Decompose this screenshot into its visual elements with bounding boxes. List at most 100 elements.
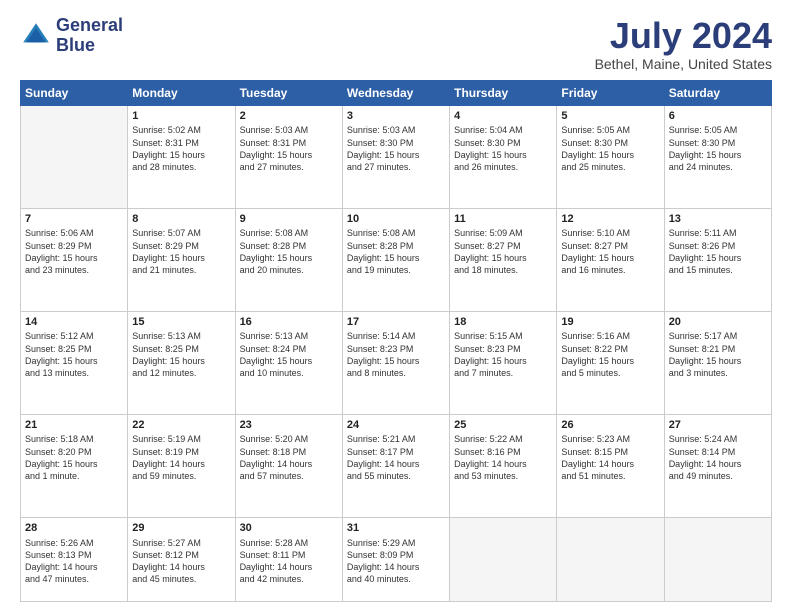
day-info: Sunrise: 5:02 AM Sunset: 8:31 PM Dayligh… <box>132 124 230 173</box>
day-number: 18 <box>454 315 552 330</box>
day-info: Sunrise: 5:28 AM Sunset: 8:11 PM Dayligh… <box>240 537 338 586</box>
day-number: 20 <box>669 315 767 330</box>
day-info: Sunrise: 5:20 AM Sunset: 8:18 PM Dayligh… <box>240 433 338 482</box>
logo-line2: Blue <box>56 36 123 56</box>
col-header-friday: Friday <box>557 80 664 105</box>
calendar-cell <box>450 517 557 601</box>
day-info: Sunrise: 5:11 AM Sunset: 8:26 PM Dayligh… <box>669 227 767 276</box>
calendar-table: SundayMondayTuesdayWednesdayThursdayFrid… <box>20 80 772 602</box>
day-number: 15 <box>132 315 230 330</box>
day-number: 1 <box>132 109 230 124</box>
day-number: 6 <box>669 109 767 124</box>
calendar-cell: 12Sunrise: 5:10 AM Sunset: 8:27 PM Dayli… <box>557 208 664 311</box>
calendar-cell: 19Sunrise: 5:16 AM Sunset: 8:22 PM Dayli… <box>557 311 664 414</box>
calendar-cell: 5Sunrise: 5:05 AM Sunset: 8:30 PM Daylig… <box>557 105 664 208</box>
day-info: Sunrise: 5:14 AM Sunset: 8:23 PM Dayligh… <box>347 330 445 379</box>
col-header-saturday: Saturday <box>664 80 771 105</box>
calendar-cell: 21Sunrise: 5:18 AM Sunset: 8:20 PM Dayli… <box>21 414 128 517</box>
week-row-5: 28Sunrise: 5:26 AM Sunset: 8:13 PM Dayli… <box>21 517 772 601</box>
logo-icon <box>20 20 52 52</box>
logo: General Blue <box>20 16 123 56</box>
day-number: 30 <box>240 521 338 536</box>
day-info: Sunrise: 5:04 AM Sunset: 8:30 PM Dayligh… <box>454 124 552 173</box>
day-number: 16 <box>240 315 338 330</box>
day-info: Sunrise: 5:22 AM Sunset: 8:16 PM Dayligh… <box>454 433 552 482</box>
day-info: Sunrise: 5:13 AM Sunset: 8:25 PM Dayligh… <box>132 330 230 379</box>
day-info: Sunrise: 5:09 AM Sunset: 8:27 PM Dayligh… <box>454 227 552 276</box>
day-number: 12 <box>561 212 659 227</box>
calendar-cell: 29Sunrise: 5:27 AM Sunset: 8:12 PM Dayli… <box>128 517 235 601</box>
day-info: Sunrise: 5:05 AM Sunset: 8:30 PM Dayligh… <box>561 124 659 173</box>
col-header-sunday: Sunday <box>21 80 128 105</box>
day-info: Sunrise: 5:07 AM Sunset: 8:29 PM Dayligh… <box>132 227 230 276</box>
calendar-cell: 15Sunrise: 5:13 AM Sunset: 8:25 PM Dayli… <box>128 311 235 414</box>
calendar-cell: 20Sunrise: 5:17 AM Sunset: 8:21 PM Dayli… <box>664 311 771 414</box>
day-number: 31 <box>347 521 445 536</box>
calendar-cell: 7Sunrise: 5:06 AM Sunset: 8:29 PM Daylig… <box>21 208 128 311</box>
col-header-monday: Monday <box>128 80 235 105</box>
calendar-cell <box>21 105 128 208</box>
day-info: Sunrise: 5:27 AM Sunset: 8:12 PM Dayligh… <box>132 537 230 586</box>
day-number: 4 <box>454 109 552 124</box>
calendar-cell: 8Sunrise: 5:07 AM Sunset: 8:29 PM Daylig… <box>128 208 235 311</box>
day-number: 22 <box>132 418 230 433</box>
calendar-cell: 4Sunrise: 5:04 AM Sunset: 8:30 PM Daylig… <box>450 105 557 208</box>
week-row-2: 7Sunrise: 5:06 AM Sunset: 8:29 PM Daylig… <box>21 208 772 311</box>
page: General Blue July 2024 Bethel, Maine, Un… <box>0 0 792 612</box>
day-number: 24 <box>347 418 445 433</box>
week-row-3: 14Sunrise: 5:12 AM Sunset: 8:25 PM Dayli… <box>21 311 772 414</box>
calendar-cell: 10Sunrise: 5:08 AM Sunset: 8:28 PM Dayli… <box>342 208 449 311</box>
day-number: 17 <box>347 315 445 330</box>
day-number: 25 <box>454 418 552 433</box>
day-number: 26 <box>561 418 659 433</box>
title-block: July 2024 Bethel, Maine, United States <box>595 16 772 72</box>
calendar-cell: 13Sunrise: 5:11 AM Sunset: 8:26 PM Dayli… <box>664 208 771 311</box>
day-info: Sunrise: 5:16 AM Sunset: 8:22 PM Dayligh… <box>561 330 659 379</box>
calendar-cell: 16Sunrise: 5:13 AM Sunset: 8:24 PM Dayli… <box>235 311 342 414</box>
day-number: 5 <box>561 109 659 124</box>
calendar-cell: 27Sunrise: 5:24 AM Sunset: 8:14 PM Dayli… <box>664 414 771 517</box>
header: General Blue July 2024 Bethel, Maine, Un… <box>20 16 772 72</box>
month-title: July 2024 <box>595 16 772 56</box>
day-info: Sunrise: 5:12 AM Sunset: 8:25 PM Dayligh… <box>25 330 123 379</box>
day-info: Sunrise: 5:18 AM Sunset: 8:20 PM Dayligh… <box>25 433 123 482</box>
calendar-cell <box>557 517 664 601</box>
calendar-cell: 25Sunrise: 5:22 AM Sunset: 8:16 PM Dayli… <box>450 414 557 517</box>
day-number: 28 <box>25 521 123 536</box>
logo-line1: General <box>56 16 123 36</box>
day-info: Sunrise: 5:23 AM Sunset: 8:15 PM Dayligh… <box>561 433 659 482</box>
day-number: 29 <box>132 521 230 536</box>
week-row-1: 1Sunrise: 5:02 AM Sunset: 8:31 PM Daylig… <box>21 105 772 208</box>
col-header-wednesday: Wednesday <box>342 80 449 105</box>
col-header-thursday: Thursday <box>450 80 557 105</box>
logo-text: General Blue <box>56 16 123 56</box>
calendar-cell: 17Sunrise: 5:14 AM Sunset: 8:23 PM Dayli… <box>342 311 449 414</box>
calendar-cell: 24Sunrise: 5:21 AM Sunset: 8:17 PM Dayli… <box>342 414 449 517</box>
calendar-cell: 11Sunrise: 5:09 AM Sunset: 8:27 PM Dayli… <box>450 208 557 311</box>
calendar-cell: 1Sunrise: 5:02 AM Sunset: 8:31 PM Daylig… <box>128 105 235 208</box>
day-info: Sunrise: 5:08 AM Sunset: 8:28 PM Dayligh… <box>347 227 445 276</box>
calendar-cell: 28Sunrise: 5:26 AM Sunset: 8:13 PM Dayli… <box>21 517 128 601</box>
calendar-cell: 22Sunrise: 5:19 AM Sunset: 8:19 PM Dayli… <box>128 414 235 517</box>
day-info: Sunrise: 5:24 AM Sunset: 8:14 PM Dayligh… <box>669 433 767 482</box>
day-info: Sunrise: 5:21 AM Sunset: 8:17 PM Dayligh… <box>347 433 445 482</box>
day-number: 13 <box>669 212 767 227</box>
day-number: 14 <box>25 315 123 330</box>
day-info: Sunrise: 5:15 AM Sunset: 8:23 PM Dayligh… <box>454 330 552 379</box>
calendar-cell: 30Sunrise: 5:28 AM Sunset: 8:11 PM Dayli… <box>235 517 342 601</box>
day-info: Sunrise: 5:05 AM Sunset: 8:30 PM Dayligh… <box>669 124 767 173</box>
day-number: 9 <box>240 212 338 227</box>
calendar-cell: 3Sunrise: 5:03 AM Sunset: 8:30 PM Daylig… <box>342 105 449 208</box>
day-number: 8 <box>132 212 230 227</box>
day-info: Sunrise: 5:26 AM Sunset: 8:13 PM Dayligh… <box>25 537 123 586</box>
day-number: 27 <box>669 418 767 433</box>
day-info: Sunrise: 5:19 AM Sunset: 8:19 PM Dayligh… <box>132 433 230 482</box>
day-number: 10 <box>347 212 445 227</box>
calendar-cell <box>664 517 771 601</box>
calendar-cell: 14Sunrise: 5:12 AM Sunset: 8:25 PM Dayli… <box>21 311 128 414</box>
day-number: 19 <box>561 315 659 330</box>
day-info: Sunrise: 5:03 AM Sunset: 8:31 PM Dayligh… <box>240 124 338 173</box>
day-info: Sunrise: 5:17 AM Sunset: 8:21 PM Dayligh… <box>669 330 767 379</box>
calendar-cell: 26Sunrise: 5:23 AM Sunset: 8:15 PM Dayli… <box>557 414 664 517</box>
day-number: 3 <box>347 109 445 124</box>
